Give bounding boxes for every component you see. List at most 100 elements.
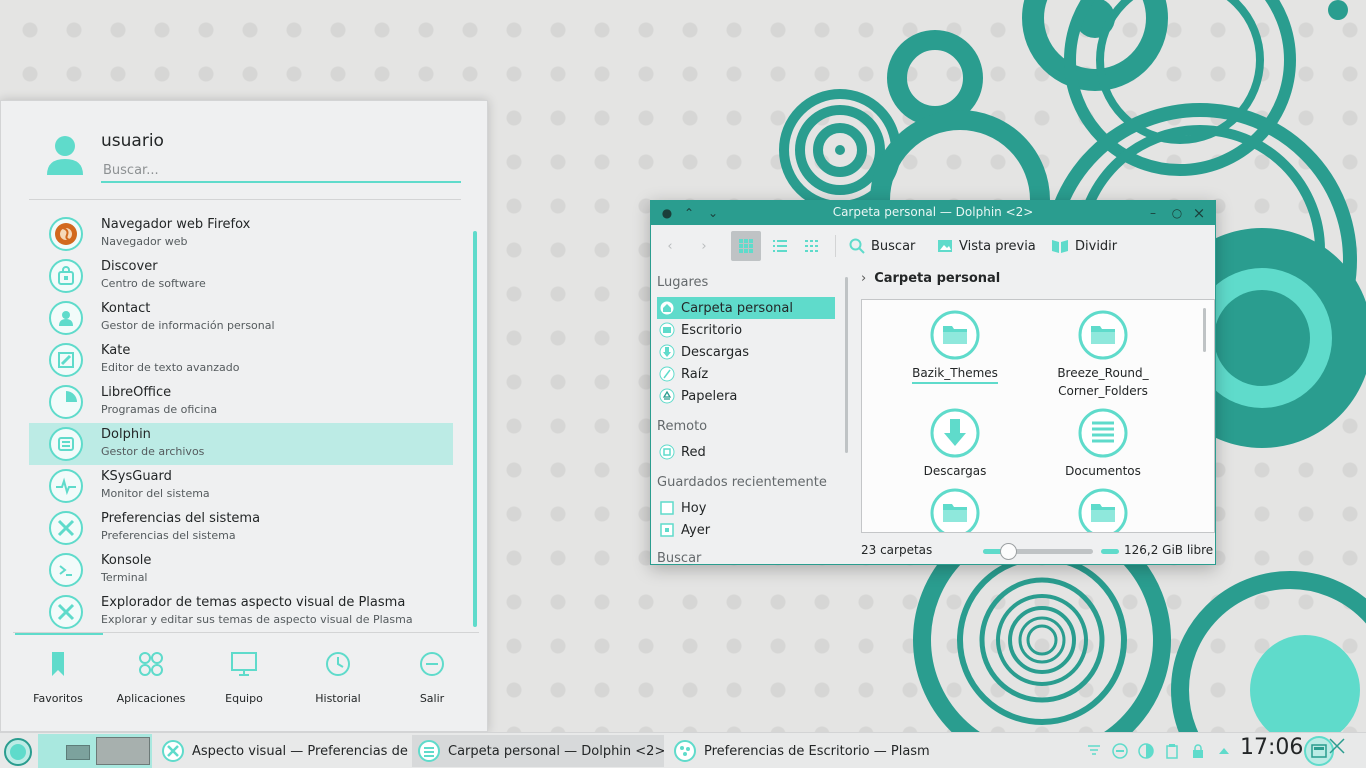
places-scrollbar[interactable]: [845, 277, 848, 453]
pager-window-preview: [66, 745, 90, 760]
place-desktop[interactable]: Escritorio: [657, 319, 835, 341]
task-label: Preferencias de Escritorio — Plasma: [704, 743, 930, 759]
tab-leave[interactable]: Salir: [387, 649, 477, 709]
kate-icon: [49, 343, 83, 377]
file-item[interactable]: [1028, 488, 1178, 532]
libreoffice-icon: [49, 385, 83, 419]
breadcrumb[interactable]: › Carpeta personal: [861, 271, 1000, 286]
app-item-firefox[interactable]: Navegador web Firefox Navegador web: [29, 213, 453, 255]
toolbar: ‹ › Buscar Vista previa Dividir: [651, 227, 1215, 267]
app-item-theme-explorer[interactable]: Explorador de temas aspecto visual de Pl…: [29, 591, 453, 633]
file-item[interactable]: Breeze_Round_ Corner_Folders: [1028, 310, 1178, 400]
details-view-icon: [805, 240, 818, 252]
app-name: KSysGuard: [101, 469, 172, 484]
compact-view-button[interactable]: [765, 231, 795, 261]
plasma-logo-icon: [10, 744, 26, 760]
app-item-kate[interactable]: Kate Editor de texto avanzado: [29, 339, 453, 381]
lock-icon[interactable]: [1188, 741, 1208, 761]
plasma-icon: [674, 740, 696, 762]
place-root[interactable]: Raíz: [657, 363, 835, 385]
app-description: Gestor de archivos: [101, 445, 205, 458]
place-label: Hoy: [681, 500, 707, 516]
zoom-slider[interactable]: [983, 543, 1093, 560]
folder-icon: [1078, 488, 1128, 532]
pager-desktop-2[interactable]: [96, 737, 150, 765]
app-name: LibreOffice: [101, 385, 172, 400]
place-home[interactable]: Carpeta personal: [657, 297, 835, 319]
pager-desktop-1[interactable]: [40, 737, 94, 765]
launcher-scrollbar[interactable]: [473, 231, 477, 627]
tab-label: Salir: [419, 692, 445, 705]
close-icon[interactable]: ×: [1191, 205, 1207, 221]
search-icon: [849, 238, 865, 254]
media-icon[interactable]: [1110, 741, 1130, 761]
dolphin-window: ● ⌃ ⌄ Carpeta personal — Dolphin <2> – ○…: [650, 200, 1216, 565]
app-item-system-settings[interactable]: Preferencias del sistema Preferencias de…: [29, 507, 453, 549]
clipboard-icon[interactable]: [1162, 741, 1182, 761]
details-view-button[interactable]: [797, 231, 827, 261]
file-item[interactable]: Documentos: [1028, 408, 1178, 480]
ksysguard-icon: [49, 469, 83, 503]
icons-view-button[interactable]: [731, 231, 761, 261]
app-name: Kontact: [101, 301, 151, 316]
panel-toolbox-icon[interactable]: [1326, 735, 1348, 757]
place-today[interactable]: Hoy: [657, 497, 835, 519]
split-button[interactable]: Dividir: [1051, 231, 1117, 261]
place-network[interactable]: Red: [657, 441, 835, 463]
file-name: Breeze_Round_ Corner_Folders: [1057, 366, 1149, 398]
desktop-icon: [659, 322, 675, 338]
folder-icon: [930, 488, 980, 532]
compact-view-icon: [773, 240, 787, 252]
network-icon: [659, 444, 675, 460]
back-button[interactable]: ‹: [655, 231, 685, 261]
maximize-icon[interactable]: ○: [1169, 205, 1185, 221]
root-icon: [659, 366, 675, 382]
active-tab-indicator: [15, 633, 103, 635]
task-item-plasma[interactable]: Preferencias de Escritorio — Plasma: [668, 735, 930, 767]
taskbar-panel: Aspecto visual — Preferencias del... Car…: [0, 732, 1366, 768]
window-titlebar[interactable]: ● ⌃ ⌄ Carpeta personal — Dolphin <2> – ○…: [651, 201, 1215, 225]
zoom-slider-handle[interactable]: [1000, 543, 1017, 560]
folder-icon: [930, 310, 980, 360]
app-description: Editor de texto avanzado: [101, 361, 240, 374]
file-view-scrollbar[interactable]: [1203, 308, 1206, 352]
tab-history[interactable]: Historial: [293, 649, 383, 709]
place-downloads[interactable]: Descargas: [657, 341, 835, 363]
home-icon: [659, 300, 675, 316]
file-item[interactable]: [880, 488, 1030, 532]
task-item-system-settings[interactable]: Aspecto visual — Preferencias del...: [156, 735, 408, 767]
settings-icon: [49, 511, 83, 545]
app-item-discover[interactable]: Discover Centro de software: [29, 255, 453, 297]
launcher-search-input[interactable]: [101, 159, 461, 183]
preview-button[interactable]: Vista previa: [937, 231, 1036, 261]
search-button-label: Buscar: [871, 238, 916, 254]
brightness-icon[interactable]: [1136, 741, 1156, 761]
task-item-dolphin[interactable]: Carpeta personal — Dolphin <2>: [412, 735, 664, 767]
file-item[interactable]: Descargas: [880, 408, 1030, 480]
place-trash[interactable]: Papelera: [657, 385, 835, 407]
app-description: Preferencias del sistema: [101, 529, 236, 542]
application-launcher-button[interactable]: [4, 738, 32, 766]
tab-favorites[interactable]: Favoritos: [13, 649, 103, 709]
app-name: Discover: [101, 259, 158, 274]
place-label: Descargas: [681, 344, 750, 360]
app-item-ksysguard[interactable]: KSysGuard Monitor del sistema: [29, 465, 453, 507]
tab-computer[interactable]: Equipo: [199, 649, 289, 709]
forward-button[interactable]: ›: [689, 231, 719, 261]
app-item-dolphin[interactable]: Dolphin Gestor de archivos: [29, 423, 453, 465]
notifications-icon[interactable]: [1084, 741, 1104, 761]
clock[interactable]: 17:06: [1240, 735, 1303, 760]
app-item-kontact[interactable]: Kontact Gestor de información personal: [29, 297, 453, 339]
folder-icon: [1078, 310, 1128, 360]
app-item-libreoffice[interactable]: LibreOffice Programas de oficina: [29, 381, 453, 423]
tab-applications[interactable]: Aplicaciones: [106, 649, 196, 709]
app-item-konsole[interactable]: Konsole Terminal: [29, 549, 453, 591]
computer-icon: [231, 652, 257, 676]
expand-arrow-icon[interactable]: [1214, 741, 1234, 761]
minimize-icon[interactable]: –: [1145, 205, 1161, 221]
documents-folder-icon: [1078, 408, 1128, 458]
place-yesterday[interactable]: Ayer: [657, 519, 835, 541]
search-button[interactable]: Buscar: [849, 231, 915, 261]
download-icon: [659, 344, 675, 360]
file-item[interactable]: Bazik_Themes: [880, 310, 1030, 384]
